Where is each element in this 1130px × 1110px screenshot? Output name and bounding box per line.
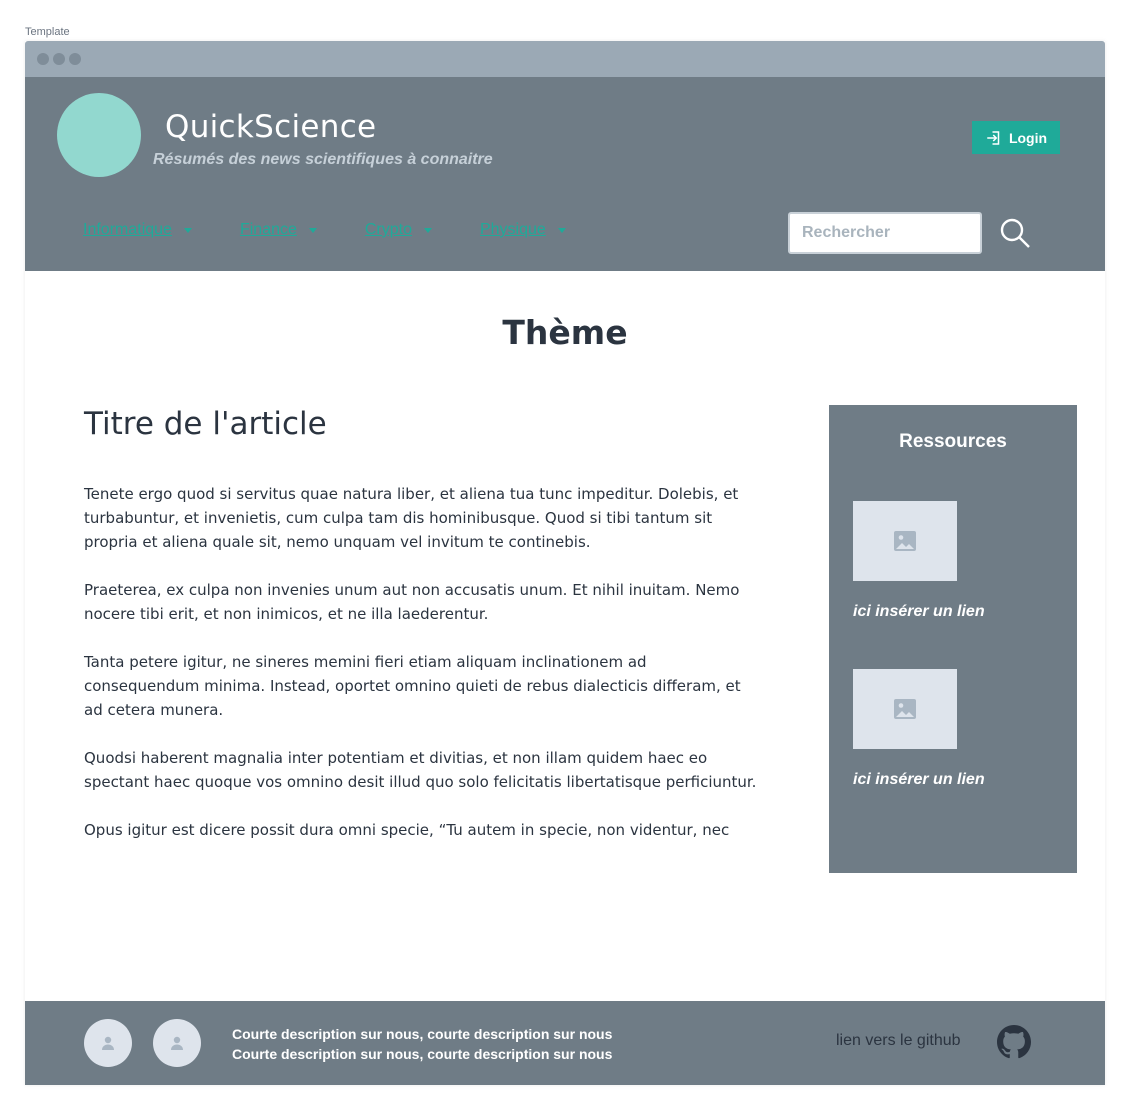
site-footer: Courte description sur nous, courte desc… [25,1001,1105,1085]
site-subtitle: Résumés des news scientifiques à connait… [153,151,493,168]
window-dot-icon[interactable] [37,53,49,65]
article-paragraph: Quodsi haberent magnalia inter potentiam… [84,749,757,791]
frame-label: Template [25,26,70,38]
footer-description-line: Courte description sur nous, courte desc… [232,1026,613,1042]
article-paragraph: Opus igitur est dicere possit dura omni … [84,821,730,839]
logo[interactable] [57,93,141,177]
caret-down-icon [423,227,432,233]
nav-item-label: Finance [239,221,297,238]
image-placeholder-icon [894,699,916,719]
caret-down-icon [557,227,566,233]
article: Titre de l'article Tenete ergo quod si s… [84,406,764,866]
nav-item-label: Informatique [83,221,172,238]
image-placeholder-icon [894,531,916,551]
caret-down-icon [183,227,192,233]
login-button[interactable]: Login [972,121,1060,154]
window-titlebar [25,41,1105,77]
nav-item-finance[interactable]: Finance [240,219,317,241]
window-dot-icon[interactable] [53,53,65,65]
resource-thumbnail[interactable] [853,501,957,581]
nav-item-physique[interactable]: Physique [480,219,566,241]
window-dot-icon[interactable] [69,53,81,65]
nav-item-informatique[interactable]: Informatique [83,219,192,241]
search-input[interactable] [788,212,982,254]
nav-item-label: Crypto [364,221,412,238]
login-label: Login [1008,129,1048,146]
user-icon [102,1036,114,1050]
sidebar-title: Ressources [899,431,1007,452]
site-title[interactable]: QuickScience [165,109,376,145]
github-link[interactable]: lien vers le github [836,1032,961,1050]
footer-description-line: Courte description sur nous, courte desc… [232,1046,613,1062]
article-paragraph: Praeterea, ex culpa non invenies unum au… [84,581,740,623]
avatar[interactable] [153,1019,201,1067]
resource-thumbnail[interactable] [853,669,957,749]
article-title: Titre de l'article [84,406,327,442]
github-icon[interactable] [997,1025,1031,1059]
footer-description: Courte description sur nous, courte desc… [232,1024,612,1064]
article-paragraph: Tanta petere igitur, ne sineres memini f… [84,653,741,719]
article-paragraph: Tenete ergo quod si servitus quae natura… [84,485,739,551]
avatar[interactable] [84,1019,132,1067]
user-icon [171,1036,183,1050]
nav-item-crypto[interactable]: Crypto [365,219,432,241]
search-icon[interactable] [998,216,1032,250]
resource-link[interactable]: ici insérer un lien [853,603,985,621]
caret-down-icon [308,227,317,233]
main-nav: Informatique Finance Crypto Physique [83,219,614,241]
login-icon [987,130,1000,145]
site-header: QuickScience Résumés des news scientifiq… [25,77,1105,271]
resources-sidebar: Ressources ici insérer un lien ici insér… [829,405,1077,873]
browser-window: QuickScience Résumés des news scientifiq… [25,41,1105,1085]
page-title: Thème [502,313,628,352]
nav-item-label: Physique [479,221,546,238]
resource-link[interactable]: ici insérer un lien [853,771,985,789]
